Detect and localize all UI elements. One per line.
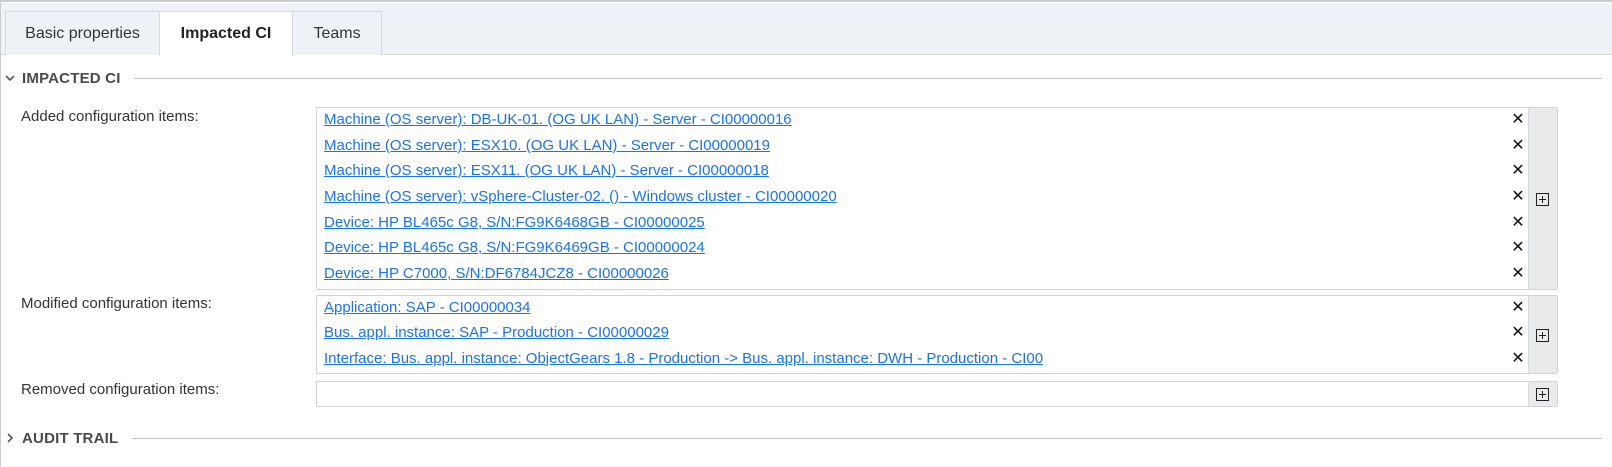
close-icon[interactable]: ✕ bbox=[1509, 188, 1527, 206]
audit-trail-section-header[interactable]: AUDIT TRAIL bbox=[0, 427, 1612, 449]
modified-items-box: Application: SAP - CI00000034 ✕ Bus. app… bbox=[316, 295, 1558, 374]
chevron-right-icon[interactable] bbox=[4, 431, 16, 445]
list-item: Device: HP BL465c G8, S/N:FG9K6468GB - C… bbox=[317, 211, 1527, 237]
ci-link[interactable]: Device: HP BL465c G8, S/N:FG9K6468GB - C… bbox=[324, 214, 705, 231]
add-box-icon[interactable] bbox=[1536, 193, 1549, 206]
list-item: Device: HP BL465c G8, S/N:FG9K6469GB - C… bbox=[317, 236, 1527, 262]
tab-teams[interactable]: Teams bbox=[292, 11, 382, 55]
close-icon[interactable]: ✕ bbox=[1509, 324, 1527, 342]
close-icon[interactable]: ✕ bbox=[1509, 214, 1527, 232]
top-border bbox=[0, 0, 1612, 2]
modified-items-label: Modified configuration items: bbox=[21, 295, 212, 312]
close-icon[interactable]: ✕ bbox=[1509, 137, 1527, 155]
tab-label: Impacted CI bbox=[180, 25, 272, 42]
tab-label: Basic properties bbox=[25, 24, 140, 42]
ci-link[interactable]: Application: SAP - CI00000034 bbox=[324, 299, 531, 316]
tab-bar: Basic properties Impacted CI Teams bbox=[1, 3, 1612, 56]
section-divider bbox=[132, 438, 1602, 439]
ci-link[interactable]: Interface: Bus. appl. instance: ObjectGe… bbox=[324, 350, 1043, 367]
close-icon[interactable]: ✕ bbox=[1509, 111, 1527, 129]
ci-link[interactable]: Device: HP C7000, S/N:DF6784JCZ8 - CI000… bbox=[324, 265, 669, 282]
ci-link[interactable]: Machine (OS server): vSphere-Cluster-02.… bbox=[324, 188, 837, 205]
added-items-label: Added configuration items: bbox=[21, 108, 199, 125]
close-icon[interactable]: ✕ bbox=[1509, 239, 1527, 257]
tab-impacted-ci[interactable]: Impacted CI bbox=[159, 11, 293, 56]
add-column bbox=[1528, 382, 1557, 406]
ci-link[interactable]: Machine (OS server): ESX11. (OG UK LAN) … bbox=[324, 162, 769, 179]
section-divider bbox=[134, 78, 1602, 79]
removed-items-box bbox=[316, 381, 1558, 407]
impacted-ci-section-header[interactable]: IMPACTED CI bbox=[0, 67, 1612, 89]
list-item: Device: HP C7000, S/N:DF6784JCZ8 - CI000… bbox=[317, 262, 1527, 288]
list-item: Bus. appl. instance: SAP - Production - … bbox=[317, 321, 1527, 347]
close-icon[interactable]: ✕ bbox=[1509, 162, 1527, 180]
tab-basic-properties[interactable]: Basic properties bbox=[5, 11, 160, 55]
close-icon[interactable]: ✕ bbox=[1509, 299, 1527, 317]
list-item: Machine (OS server): DB-UK-01. (OG UK LA… bbox=[317, 108, 1527, 134]
add-box-icon[interactable] bbox=[1536, 388, 1549, 401]
ci-link[interactable]: Machine (OS server): ESX10. (OG UK LAN) … bbox=[324, 137, 770, 154]
list-item: Application: SAP - CI00000034 ✕ bbox=[317, 296, 1527, 322]
added-items-list: Machine (OS server): DB-UK-01. (OG UK LA… bbox=[317, 108, 1527, 289]
removed-items-label: Removed configuration items: bbox=[21, 381, 220, 398]
list-item: Machine (OS server): ESX10. (OG UK LAN) … bbox=[317, 134, 1527, 160]
list-item: Interface: Bus. appl. instance: ObjectGe… bbox=[317, 347, 1527, 373]
add-box-icon[interactable] bbox=[1536, 329, 1549, 342]
ci-link[interactable]: Bus. appl. instance: SAP - Production - … bbox=[324, 324, 669, 341]
section-title: IMPACTED CI bbox=[22, 69, 121, 87]
add-column bbox=[1528, 296, 1557, 373]
removed-items-list bbox=[317, 382, 1527, 406]
ci-link[interactable]: Device: HP BL465c G8, S/N:FG9K6469GB - C… bbox=[324, 239, 705, 256]
list-item: Machine (OS server): ESX11. (OG UK LAN) … bbox=[317, 159, 1527, 185]
ci-link[interactable]: Machine (OS server): DB-UK-01. (OG UK LA… bbox=[324, 111, 792, 128]
modified-items-list: Application: SAP - CI00000034 ✕ Bus. app… bbox=[317, 296, 1527, 373]
close-icon[interactable]: ✕ bbox=[1509, 265, 1527, 283]
add-column bbox=[1528, 108, 1557, 289]
section-title: AUDIT TRAIL bbox=[22, 429, 119, 447]
list-item: Machine (OS server): vSphere-Cluster-02.… bbox=[317, 185, 1527, 211]
added-items-box: Machine (OS server): DB-UK-01. (OG UK LA… bbox=[316, 107, 1558, 290]
chevron-down-icon[interactable] bbox=[4, 71, 16, 85]
close-icon[interactable]: ✕ bbox=[1509, 350, 1527, 368]
tab-label: Teams bbox=[313, 24, 361, 42]
